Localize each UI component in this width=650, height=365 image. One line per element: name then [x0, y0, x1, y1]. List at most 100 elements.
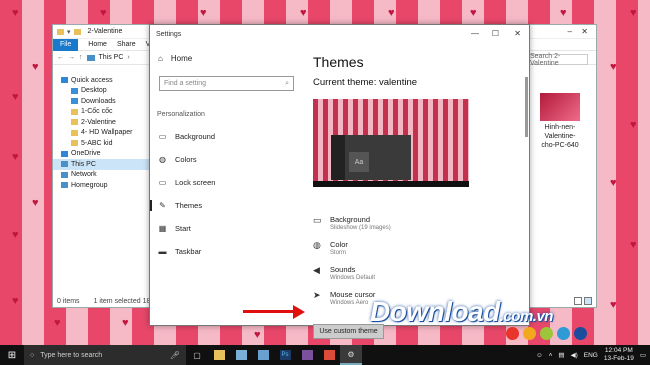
heart-icon: ♥	[630, 7, 637, 19]
close-icon[interactable]: ✕	[514, 29, 521, 38]
search-placeholder: Find a setting	[164, 80, 207, 87]
heart-icon: ♥	[388, 7, 395, 19]
heart-icon: ♥	[610, 299, 617, 311]
palette-icon: ◍	[159, 155, 166, 164]
chevron-right-icon[interactable]: ›	[127, 54, 129, 61]
photoshop-icon[interactable]: Ps	[274, 345, 296, 365]
nav-item[interactable]: Network	[53, 170, 149, 181]
minimize-icon[interactable]: —	[471, 29, 479, 38]
menu-item-lock-screen[interactable]: ▭ Lock screen	[150, 171, 303, 194]
chevron-up-icon[interactable]: ˄	[549, 352, 553, 359]
heart-icon: ♥	[630, 119, 637, 131]
menu-item-label: Background	[175, 132, 216, 141]
homegroup-icon	[61, 182, 68, 189]
nav-item[interactable]: Homegroup	[53, 180, 149, 191]
option-subtitle: Windows Default	[330, 275, 376, 281]
theme-option-sounds[interactable]: ◀ Sounds Windows Default	[313, 265, 513, 282]
settings-window[interactable]: Settings — ☐ ✕ ⌂ Home Find a setting ⌕ P…	[149, 24, 530, 339]
minimize-icon[interactable]: –	[568, 27, 572, 36]
nav-item[interactable]: 5-ABC kid	[53, 138, 149, 149]
network-icon[interactable]: ▤	[558, 351, 564, 359]
clock-date: 13-Feb-19	[603, 355, 634, 362]
menu-item-taskbar[interactable]: ▬ Taskbar	[150, 240, 303, 263]
quick-access-toolbar-icon[interactable]: ▾	[67, 28, 71, 36]
theme-preview: Aa	[313, 99, 469, 187]
nav-item-label: OneDrive	[71, 150, 101, 158]
photos-icon[interactable]	[230, 345, 252, 365]
view-buttons	[574, 297, 592, 305]
find-setting-input[interactable]: Find a setting ⌕	[159, 76, 294, 91]
nav-item-label: 5-ABC kid	[81, 139, 113, 147]
nav-item[interactable]: This PC	[53, 159, 149, 170]
scrollbar[interactable]	[525, 77, 528, 137]
menu-item-start[interactable]: ▦ Start	[150, 217, 303, 240]
home-label: Home	[170, 54, 193, 63]
maximize-icon[interactable]: ☐	[492, 29, 499, 38]
menu-item-themes[interactable]: ✎ Themes	[150, 194, 303, 217]
option-title: Mouse cursor	[330, 290, 376, 299]
nav-item[interactable]: Downloads	[53, 96, 149, 107]
network-icon	[61, 171, 68, 178]
nav-item[interactable]: Desktop	[53, 86, 149, 97]
themes-pane: Themes Current theme: valentine Aa ▭ Back…	[313, 43, 519, 339]
page-title: Themes	[313, 54, 364, 70]
star-icon	[61, 77, 68, 84]
explorer-search-input[interactable]: Search 2-Valentine	[526, 53, 588, 67]
heart-icon: ♥	[300, 7, 307, 19]
details-view-icon[interactable]	[574, 297, 582, 305]
nav-item[interactable]: 1-Cốc cốc	[53, 107, 149, 118]
nav-item-label: Downloads	[81, 97, 116, 105]
ribbon-tab-file[interactable]: File	[53, 38, 79, 51]
forward-arrow-icon[interactable]: →	[68, 54, 75, 61]
home-nav-item[interactable]: ⌂ Home	[158, 54, 192, 63]
microphone-icon[interactable]: 🎤︎	[170, 351, 180, 360]
back-arrow-icon[interactable]: ←	[57, 54, 64, 61]
menu-item-background[interactable]: ▭ Background	[150, 125, 303, 148]
theme-option-background[interactable]: ▭ Background Slideshow (19 images)	[313, 215, 513, 232]
option-subtitle: Windows Aero	[330, 300, 369, 306]
nav-item[interactable]: 4- HD Wallpaper	[53, 128, 149, 139]
app-glyph	[323, 350, 335, 360]
watermark-domain: .com.vn	[499, 308, 554, 325]
volume-icon[interactable]: ◀)	[571, 351, 578, 359]
folder-icon	[71, 140, 78, 147]
computer-icon	[86, 54, 95, 61]
menu-item-label: Taskbar	[175, 247, 202, 256]
large-icons-view-icon[interactable]	[584, 297, 592, 305]
ribbon-tab-share[interactable]: Share	[117, 41, 136, 48]
clock[interactable]: 12:04 PM 13-Feb-19	[604, 347, 634, 363]
heart-icon: ♥	[610, 177, 617, 189]
heart-icon: ♥	[254, 329, 261, 341]
navigation-pane: Quick access Desktop Downloads 1-Cốc cốc 2-V…	[53, 69, 149, 295]
windows-start-icon[interactable]: ⊞	[0, 350, 24, 361]
viber-icon[interactable]	[296, 345, 318, 365]
heart-icon: ♥	[12, 91, 19, 103]
paint-icon[interactable]	[252, 345, 274, 365]
menu-item-label: Colors	[175, 155, 197, 164]
arrow-shaft	[243, 310, 295, 313]
settings-gear-icon[interactable]: ⚙	[340, 345, 362, 365]
taskbar-search-box[interactable]: ○ Type here to search 🎤︎	[24, 345, 186, 365]
theme-option-color[interactable]: ◍ Color Storm	[313, 240, 513, 257]
up-arrow-icon[interactable]: ↑	[79, 54, 83, 61]
close-icon[interactable]: ✕	[581, 27, 588, 36]
task-view-icon[interactable]: ▢	[186, 345, 208, 365]
taskbar: ⊞ ○ Type here to search 🎤︎ ▢ Ps ⚙ ☺ ˄ ▤ ◀)…	[0, 345, 650, 365]
nav-item-label: 4- HD Wallpaper	[81, 129, 133, 137]
people-icon[interactable]: ☺	[536, 352, 543, 359]
nav-item[interactable]: 2-Valentine	[53, 117, 149, 128]
computer-icon	[61, 161, 68, 168]
ribbon-tab-home[interactable]: Home	[88, 41, 107, 48]
language-indicator[interactable]: ENG	[584, 352, 598, 359]
file-item[interactable]: Hinh-nen-Valentine-cho-PC-640	[538, 93, 582, 150]
nav-item[interactable]: OneDrive	[53, 149, 149, 160]
notifications-icon[interactable]: ▭	[640, 351, 646, 359]
app-glyph: Ps	[279, 350, 291, 360]
chrome-icon[interactable]	[318, 345, 340, 365]
file-explorer-icon[interactable]	[208, 345, 230, 365]
speaker-icon: ◀	[313, 265, 320, 275]
heart-icon: ♥	[32, 61, 39, 73]
nav-item[interactable]: Quick access	[53, 75, 149, 86]
menu-item-colors[interactable]: ◍ Colors	[150, 148, 303, 171]
app-glyph	[301, 350, 313, 360]
